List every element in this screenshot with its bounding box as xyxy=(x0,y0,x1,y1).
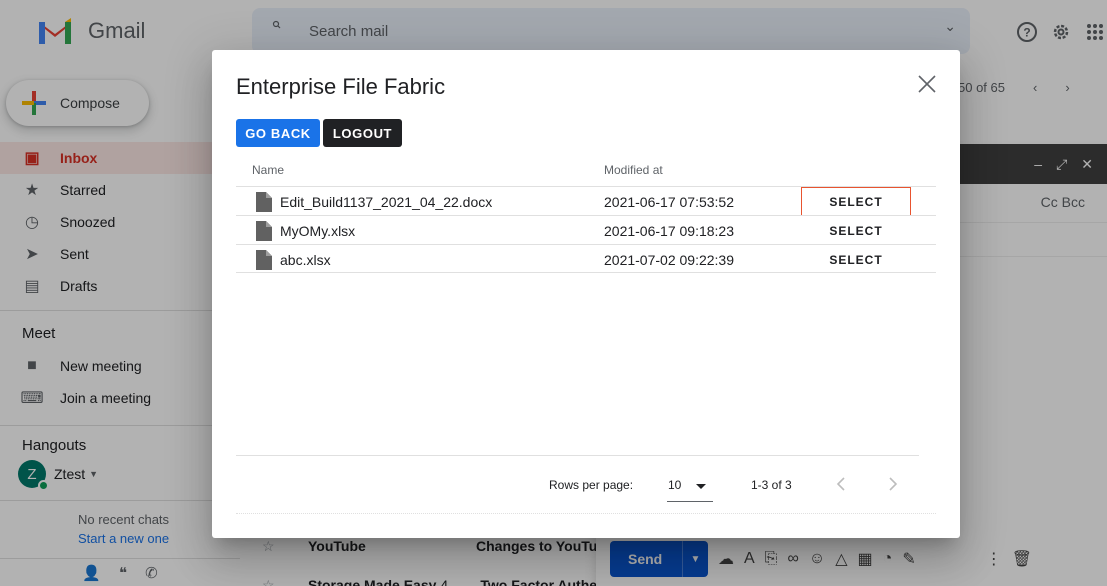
go-back-button[interactable]: GO BACK xyxy=(236,119,320,147)
table-row[interactable]: MyOMy.xlsx 2021-06-17 09:18:23 SELECT xyxy=(236,215,936,244)
table-footer-divider xyxy=(236,455,919,456)
close-icon[interactable] xyxy=(913,70,941,98)
rows-per-page-label: Rows per page: xyxy=(549,478,634,492)
select-button[interactable]: SELECT xyxy=(801,187,911,216)
file-modified: 2021-06-17 07:53:52 xyxy=(604,194,734,210)
column-header-name: Name xyxy=(252,163,285,177)
rows-per-page-value: 10 xyxy=(668,478,682,492)
previous-page-icon[interactable] xyxy=(830,472,854,496)
dialog-title: Enterprise File Fabric xyxy=(236,74,446,99)
file-icon xyxy=(256,250,272,270)
file-icon xyxy=(256,192,272,212)
file-modified: 2021-06-17 09:18:23 xyxy=(604,223,734,239)
file-icon xyxy=(256,221,272,241)
file-name: MyOMy.xlsx xyxy=(280,223,356,239)
chevron-down-icon xyxy=(696,484,706,489)
logout-button[interactable]: LOGOUT xyxy=(323,119,402,147)
table-row[interactable]: Edit_Build1137_2021_04_22.docx 2021-06-1… xyxy=(236,186,936,216)
select-button[interactable]: SELECT xyxy=(801,216,911,245)
next-page-icon[interactable] xyxy=(880,472,904,496)
file-name: abc.xlsx xyxy=(280,252,331,268)
file-picker-dialog: Enterprise File Fabric GO BACK LOGOUT Na… xyxy=(212,50,960,538)
file-name: Edit_Build1137_2021_04_22.docx xyxy=(280,194,493,210)
file-modified: 2021-07-02 09:22:39 xyxy=(604,252,734,268)
dialog-bottom-divider xyxy=(236,513,936,514)
rows-per-page-select[interactable]: 10 xyxy=(667,472,713,502)
column-header-modified: Modified at xyxy=(604,163,663,177)
pagination-range: 1-3 of 3 xyxy=(751,478,792,492)
select-button[interactable]: SELECT xyxy=(801,245,911,274)
table-row[interactable]: abc.xlsx 2021-07-02 09:22:39 SELECT xyxy=(236,244,936,273)
